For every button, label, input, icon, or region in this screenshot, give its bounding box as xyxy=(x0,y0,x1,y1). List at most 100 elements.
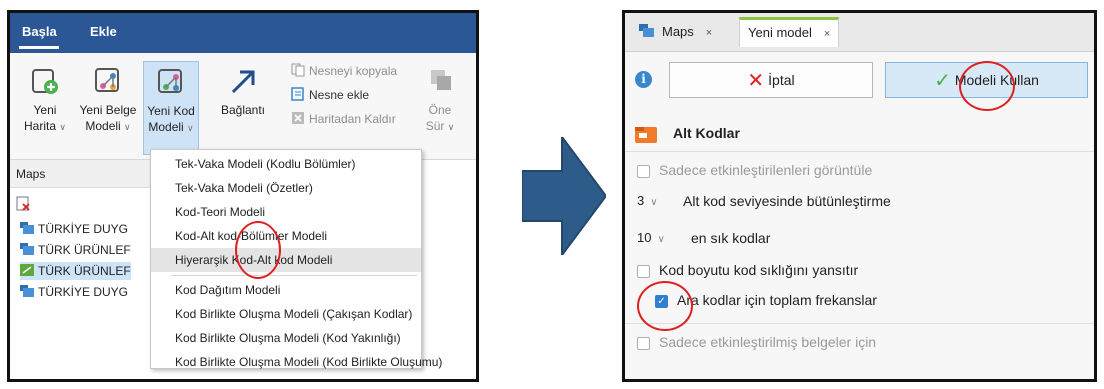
menu-item[interactable]: Tek-Vaka Modeli (Özetler) xyxy=(151,176,421,200)
new-document-model-icon xyxy=(93,66,123,96)
add-object-label: Nesne ekle xyxy=(309,88,370,102)
tree-item[interactable]: TÜRKİYE DUYG xyxy=(20,220,128,238)
only-activated-label: Sadece etkinleştirilenleri görüntüle xyxy=(659,162,873,178)
only-activated-checkbox[interactable] xyxy=(637,165,650,178)
chevron-down-icon: ∨ xyxy=(187,123,194,133)
add-object-button[interactable]: Nesne ekle xyxy=(291,87,369,102)
document-tab-bar: Maps × Yeni model × xyxy=(625,13,1094,52)
red-highlight-circle xyxy=(959,61,1015,111)
remove-icon xyxy=(291,111,305,125)
checkmark-icon: ✓ xyxy=(934,70,951,92)
close-icon[interactable]: × xyxy=(706,27,712,39)
copy-object-label: Nesneyi kopyala xyxy=(309,64,398,78)
remove-from-map-label: Haritadan Kaldır xyxy=(309,112,396,126)
new-map-button[interactable]: Yeni Harita ∨ xyxy=(18,61,72,155)
chevron-down-icon: ∨ xyxy=(59,122,66,132)
level-label: Alt kod seviyesinde bütünleştirme xyxy=(683,193,891,209)
info-icon[interactable]: i xyxy=(635,71,652,88)
tab-new-model-label: Yeni model xyxy=(748,25,812,40)
new-code-model-button[interactable]: Yeni Kod Modeli ∨ xyxy=(143,61,199,155)
code-size-label: Kod boyutu kod sıklığını yansıtır xyxy=(659,262,859,278)
maps-icon xyxy=(639,18,654,37)
level-value: 3 xyxy=(637,193,645,208)
top-codes-label: en sık kodlar xyxy=(691,230,771,246)
active-tab-indicator xyxy=(19,46,59,49)
tree-item-label: TÜRK ÜRÜNLEF xyxy=(38,264,131,278)
new-code-model-label-2: Modeli xyxy=(148,120,184,134)
total-frequency-label: Ara kodlar için toplam frekanslar xyxy=(677,292,877,308)
close-x-icon: ✕ xyxy=(747,70,765,92)
menu-item[interactable]: Tek-Vaka Modeli (Kodlu Bölümler) xyxy=(151,152,421,176)
ribbon-tab-bar: Başla Ekle xyxy=(10,13,476,53)
divider xyxy=(625,323,1094,324)
map-icon xyxy=(20,284,34,297)
new-document-model-button[interactable]: Yeni Belge Modeli ∨ xyxy=(76,61,140,155)
clear-filter-icon[interactable] xyxy=(16,196,32,215)
tree-item-label: TÜRK ÜRÜNLEF xyxy=(38,243,131,257)
red-highlight-circle xyxy=(637,281,693,331)
menu-item-highlighted[interactable]: Hiyerarşik Kod-Alt kod Modeli xyxy=(151,248,421,272)
right-screenshot-panel: Maps × Yeni model × i ✕ İptal ✓ Modeli Kulla… xyxy=(622,10,1097,382)
tab-ekle[interactable]: Ekle xyxy=(90,24,117,39)
code-map-icon xyxy=(20,263,34,276)
new-document-model-label-2: Modeli xyxy=(85,119,121,133)
only-activated-docs-checkbox[interactable] xyxy=(637,337,650,350)
code-size-checkbox[interactable] xyxy=(637,265,650,278)
tree-item-selected[interactable]: TÜRK ÜRÜNLEF xyxy=(20,262,131,280)
menu-item[interactable]: Kod-Alt kod-Bölümler Modeli xyxy=(151,224,421,248)
top-codes-select[interactable]: 10 ∨ xyxy=(637,227,665,249)
tree-item[interactable]: TÜRKİYE DUYG xyxy=(20,283,128,301)
add-object-icon xyxy=(291,87,305,101)
bring-forward-label-2: Sür xyxy=(425,119,445,133)
chevron-down-icon: ∨ xyxy=(447,122,455,132)
tree-item[interactable]: TÜRK ÜRÜNLEF xyxy=(20,241,131,259)
bring-forward-label-1: Öne xyxy=(428,103,452,117)
new-map-label-2: Harita xyxy=(24,119,57,133)
menu-item[interactable]: Kod-Teori Modeli xyxy=(151,200,421,224)
menu-item[interactable]: Kod Birlikte Oluşma Modeli (Kod Yakınlığ… xyxy=(151,326,421,350)
maps-pane-header: Maps xyxy=(10,160,150,188)
menu-separator xyxy=(171,275,417,276)
tab-maps-label: Maps xyxy=(662,24,694,39)
cancel-button[interactable]: ✕ İptal xyxy=(669,62,873,98)
link-label: Bağlantı xyxy=(220,103,266,117)
divider xyxy=(625,151,1094,152)
bring-forward-button[interactable]: Öne Sür ∨ xyxy=(420,61,460,155)
bring-forward-icon xyxy=(425,66,455,96)
new-map-icon xyxy=(30,66,60,96)
menu-item[interactable]: Kod Dağıtım Modeli xyxy=(151,278,421,302)
new-code-model-icon xyxy=(156,67,186,97)
close-icon[interactable]: × xyxy=(824,28,830,40)
chevron-down-icon: ∨ xyxy=(657,234,665,245)
cancel-label: İptal xyxy=(768,72,795,88)
new-code-model-label-1: Yeni Kod xyxy=(147,104,195,118)
ribbon: Yeni Harita ∨ Yeni Belge Modeli ∨ Yeni K… xyxy=(10,53,476,160)
tree-item-label: TÜRKİYE DUYG xyxy=(38,285,129,299)
link-arrow-icon xyxy=(228,66,258,96)
link-button[interactable]: Bağlantı xyxy=(210,61,276,155)
remove-from-map-button[interactable]: Haritadan Kaldır xyxy=(291,111,396,126)
map-icon xyxy=(20,221,34,234)
chevron-down-icon: ∨ xyxy=(124,122,131,132)
map-icon xyxy=(20,242,34,255)
level-select[interactable]: 3 ∨ xyxy=(637,190,658,212)
left-screenshot-panel: Başla Ekle Yeni Harita ∨ Yeni Belge Mode… xyxy=(7,10,479,382)
new-document-model-label-1: Yeni Belge xyxy=(79,103,137,117)
section-title: Alt Kodlar xyxy=(673,125,740,141)
new-map-label-1: Yeni xyxy=(33,103,57,117)
code-model-dropdown: Tek-Vaka Modeli (Kodlu Bölümler) Tek-Vak… xyxy=(150,149,442,369)
tab-basla[interactable]: Başla xyxy=(22,24,57,39)
menu-item[interactable]: Kod Birlikte Oluşma Modeli (Çakışan Kodl… xyxy=(151,302,421,326)
top-codes-value: 10 xyxy=(637,230,652,245)
right-arrow-icon xyxy=(521,133,608,259)
copy-icon xyxy=(291,63,305,77)
red-highlight-circle xyxy=(235,221,281,279)
only-activated-docs-label: Sadece etkinleştirilmiş belgeler için xyxy=(659,334,877,350)
tab-new-model[interactable]: Yeni model × xyxy=(739,17,840,47)
subcodes-icon xyxy=(635,127,657,143)
tree-item-label: TÜRKİYE DUYG xyxy=(38,222,129,236)
copy-object-button[interactable]: Nesneyi kopyala xyxy=(291,63,397,78)
tab-maps[interactable]: Maps × xyxy=(631,17,720,47)
chevron-down-icon: ∨ xyxy=(650,197,658,208)
menu-item[interactable]: Kod Birlikte Oluşma Modeli (Kod Birlikte… xyxy=(151,350,442,374)
